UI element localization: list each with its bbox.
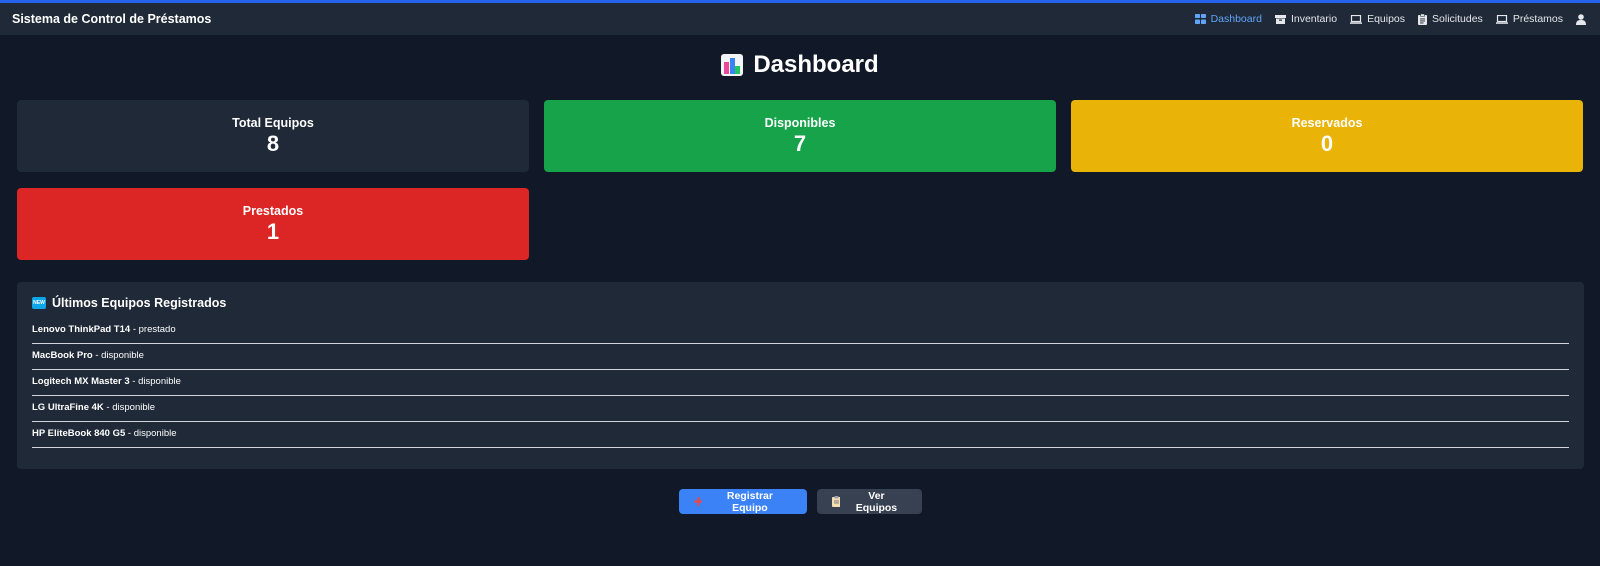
user-icon [1576, 13, 1586, 25]
nav-item-equipos[interactable]: Equipos [1350, 13, 1405, 25]
recent-panel-title-text: Últimos Equipos Registrados [52, 296, 227, 310]
list-item: HP EliteBook 840 G5 - disponible [32, 422, 1569, 448]
equipment-name: MacBook Pro [32, 350, 93, 361]
stat-label: Reservados [1291, 116, 1363, 130]
view-equipment-label: Ver Equipos [855, 489, 898, 514]
nav-item-prestamos[interactable]: Préstamos [1495, 13, 1563, 25]
equipment-name: Logitech MX Master 3 [32, 376, 130, 387]
nav-item-label: Solicitudes [1432, 13, 1483, 25]
clipboard-icon [1418, 13, 1428, 25]
register-equipment-button[interactable]: Registrar Equipo [678, 489, 807, 514]
stat-label: Total Equipos [232, 116, 314, 130]
recent-equipment-panel: NEW Últimos Equipos Registrados Lenovo T… [17, 282, 1584, 469]
nav-item-label: Préstamos [1512, 13, 1563, 25]
list-item: Logitech MX Master 3 - disponible [32, 370, 1569, 396]
equipment-status: - disponible [103, 402, 156, 413]
recent-panel-title: NEW Últimos Equipos Registrados [32, 296, 1569, 310]
equipment-status: - prestado [130, 324, 176, 335]
stat-card-disponibles: Disponibles 7 [544, 100, 1056, 172]
nav-item-label: Equipos [1367, 13, 1406, 25]
equipment-status: - disponible [125, 428, 177, 439]
stat-value: 1 [266, 219, 280, 244]
app-title[interactable]: Sistema de Control de Préstamos [12, 12, 211, 26]
list-item: Lenovo ThinkPad T14 - prestado [32, 318, 1569, 344]
stat-label: Disponibles [764, 116, 836, 130]
nav-item-label: Inventario [1290, 13, 1338, 25]
list-item: MacBook Pro - disponible [32, 344, 1569, 370]
top-navbar: Sistema de Control de Préstamos Dashboar… [0, 0, 1600, 35]
stat-value: 7 [793, 131, 807, 156]
box-icon [1274, 14, 1286, 24]
action-buttons: Registrar Equipo Ver Equipos [0, 489, 1600, 514]
nav-item-label: Dashboard [1210, 13, 1262, 25]
recent-equipment-list: Lenovo ThinkPad T14 - prestado MacBook P… [32, 318, 1569, 448]
equipment-name: HP EliteBook 840 G5 [32, 428, 126, 439]
stat-card-reservados: Reservados 0 [1071, 100, 1583, 172]
main-nav: Dashboard Inventario Equipos Solicitudes… [1194, 13, 1586, 25]
stat-card-prestados: Prestados 1 [17, 188, 529, 260]
equipment-name: Lenovo ThinkPad T14 [32, 324, 131, 335]
laptop-icon [1495, 14, 1508, 24]
dashboard-grid-icon [1194, 14, 1206, 24]
nav-item-solicitudes[interactable]: Solicitudes [1418, 13, 1483, 25]
equipment-status: - disponible [92, 350, 144, 361]
register-equipment-label: Registrar Equipo [726, 489, 773, 514]
nav-item-inventario[interactable]: Inventario [1274, 13, 1338, 25]
nav-item-dashboard[interactable]: Dashboard [1194, 13, 1262, 25]
clipboard-icon [831, 496, 841, 507]
stat-card-total-equipos: Total Equipos 8 [17, 100, 529, 172]
list-item: LG UltraFine 4K - disponible [32, 396, 1569, 422]
stat-value: 0 [1320, 131, 1334, 156]
plus-icon [693, 497, 703, 506]
stat-label: Prestados [242, 204, 304, 218]
page-title-text: Dashboard [753, 51, 879, 78]
equipment-status: - disponible [129, 376, 181, 387]
laptop-icon [1350, 14, 1363, 24]
equipment-name: LG UltraFine 4K [32, 402, 104, 413]
stat-value: 8 [266, 131, 280, 156]
page-title: Dashboard [0, 51, 1600, 79]
bar-chart-emoji-icon [721, 54, 744, 76]
user-menu-button[interactable] [1576, 13, 1586, 25]
view-equipment-button[interactable]: Ver Equipos [816, 489, 922, 514]
new-badge-icon: NEW [32, 297, 46, 309]
